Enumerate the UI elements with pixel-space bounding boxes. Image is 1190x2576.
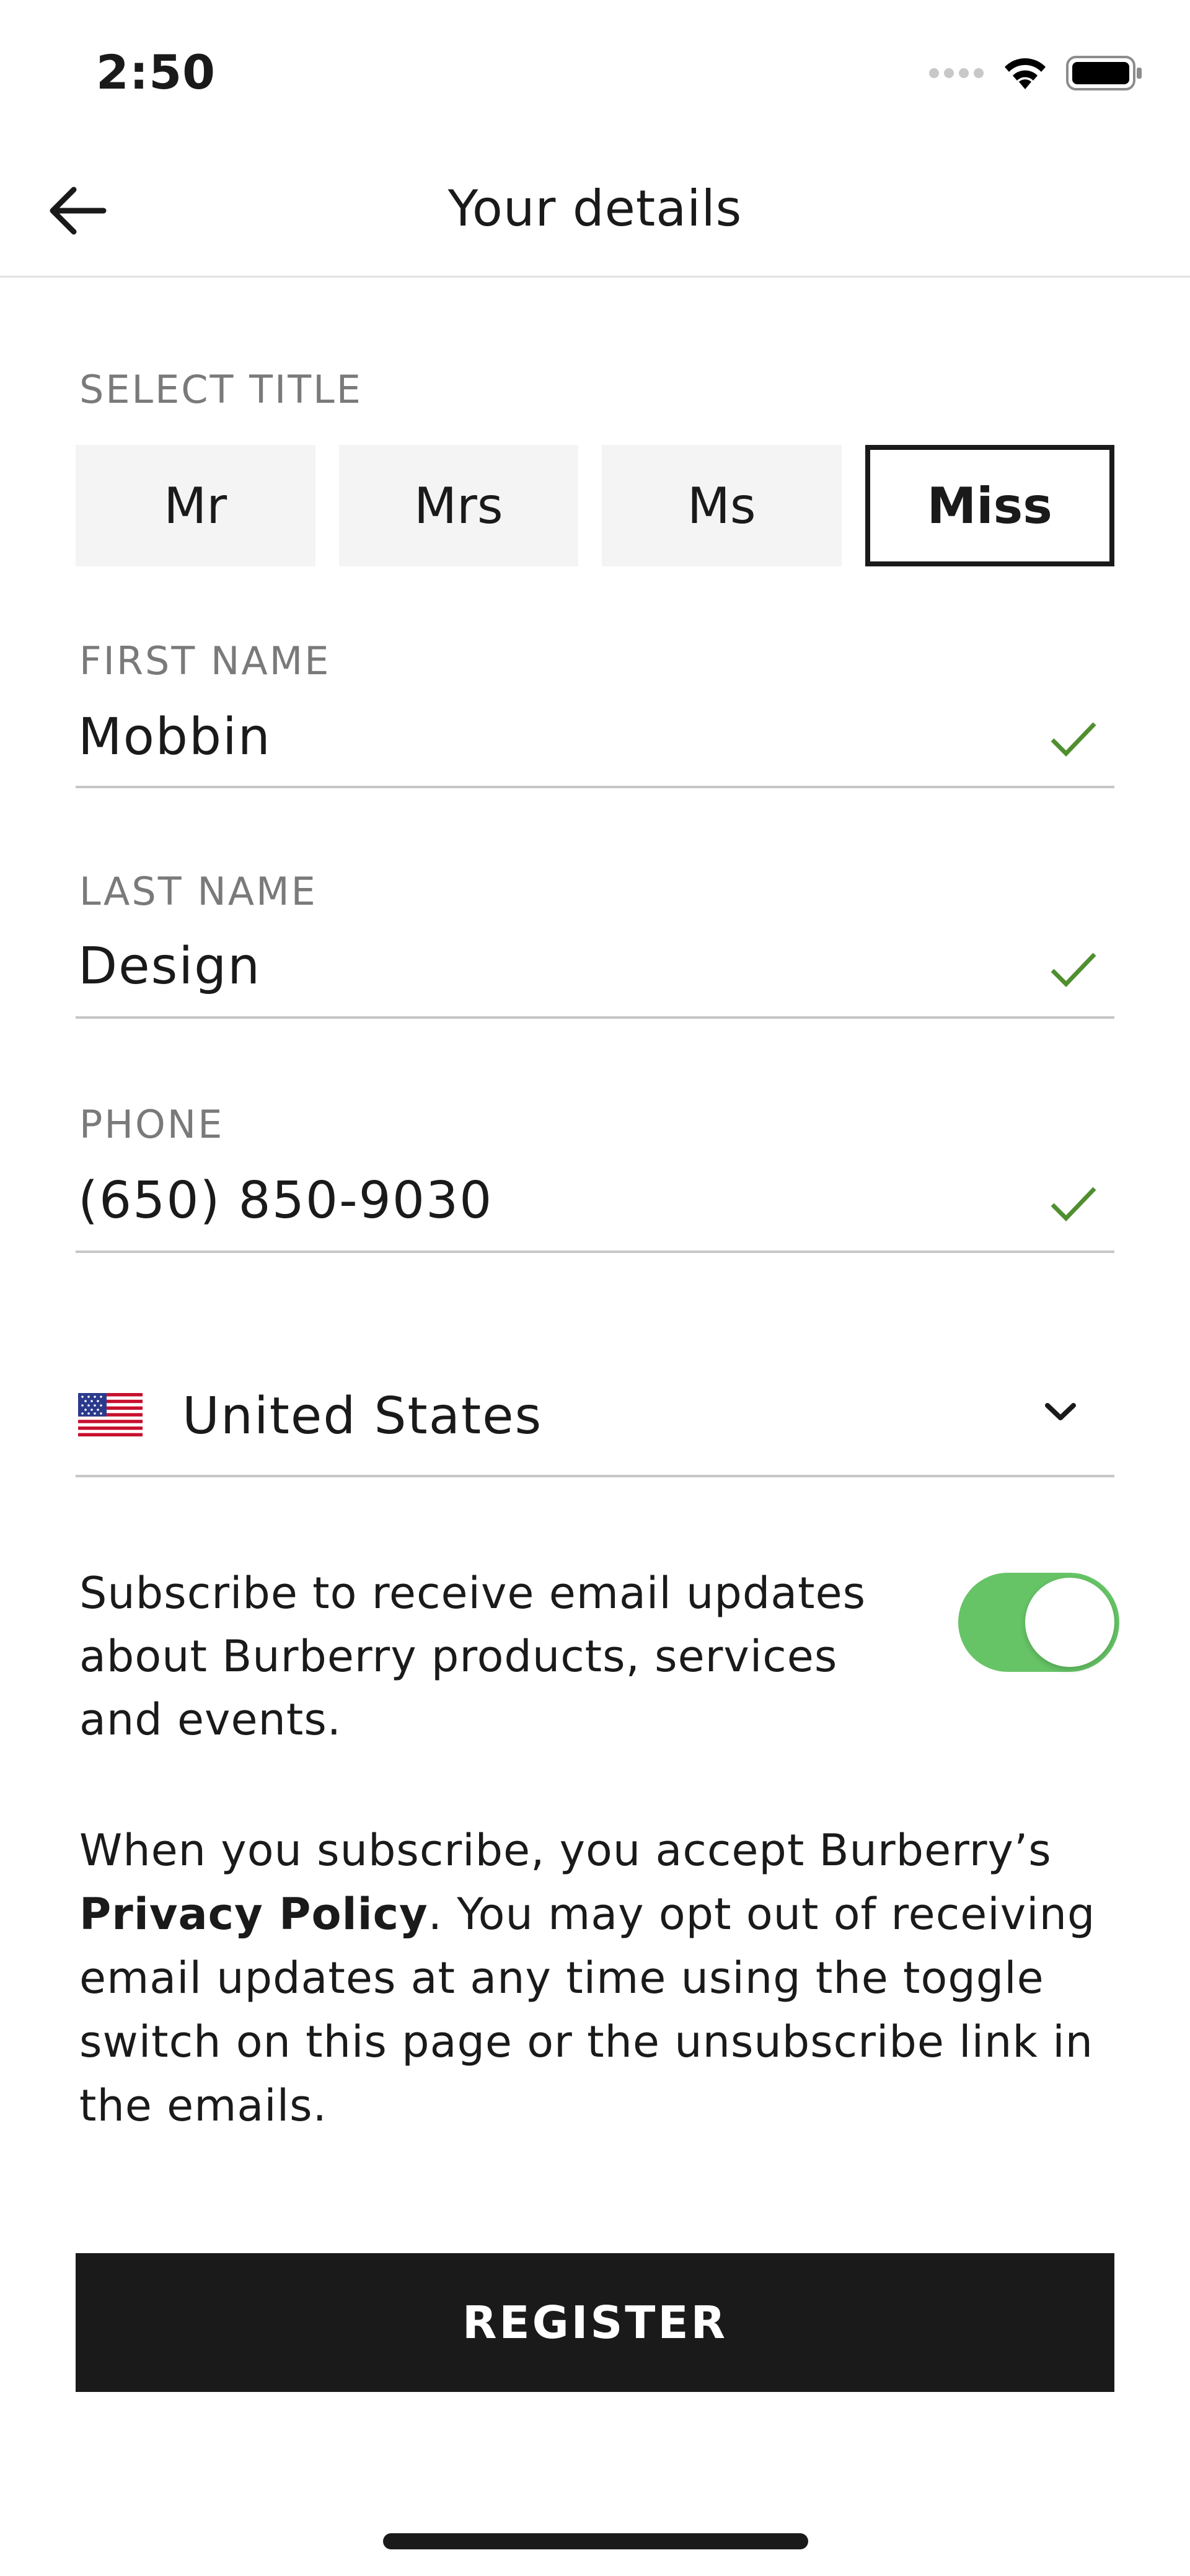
wifi-icon — [1005, 58, 1046, 89]
policy-text: When you subscribe, you accept Burberry’… — [79, 1819, 1121, 2138]
select-title-label: SELECT TITLE — [79, 367, 363, 412]
nav-bar: Your details — [0, 143, 1190, 278]
check-icon — [1051, 722, 1096, 757]
last-name-field[interactable]: Design — [76, 930, 1114, 1019]
home-indicator — [383, 2533, 808, 2549]
title-options: Mr Mrs Ms Miss — [76, 445, 1114, 566]
title-option-ms[interactable]: Ms — [602, 445, 842, 566]
first-name-value: Mobbin — [78, 708, 271, 767]
subscribe-text: Subscribe to receive email updates about… — [79, 1568, 866, 1745]
check-icon — [1051, 1187, 1096, 1222]
cellular-signal-icon — [929, 68, 984, 78]
title-option-mrs[interactable]: Mrs — [338, 445, 578, 566]
title-option-mr[interactable]: Mr — [76, 445, 315, 566]
chevron-down-icon — [1045, 1403, 1076, 1420]
battery-icon — [1066, 56, 1142, 90]
phone-field[interactable]: (650) 850-9030 — [76, 1163, 1114, 1253]
title-option-miss[interactable]: Miss — [865, 445, 1114, 566]
register-button[interactable]: REGISTER — [76, 2253, 1114, 2392]
status-icons — [928, 55, 1144, 92]
last-name-value: Design — [78, 937, 262, 996]
status-time: 2:50 — [96, 45, 216, 100]
page-title: Your details — [447, 180, 743, 237]
check-icon — [1051, 952, 1096, 988]
phone-value: (650) 850-9030 — [78, 1171, 493, 1230]
first-name-field[interactable]: Mobbin — [76, 700, 1114, 788]
subscribe-toggle[interactable] — [958, 1573, 1119, 1672]
last-name-label: LAST NAME — [79, 869, 317, 914]
country-select[interactable]: United States — [76, 1363, 1114, 1477]
status-bar: 2:50 — [0, 0, 1190, 143]
phone-label: PHONE — [79, 1102, 224, 1147]
privacy-policy-link[interactable]: Privacy Policy — [79, 1889, 428, 1940]
toggle-knob — [1025, 1578, 1114, 1667]
country-name: United States — [182, 1387, 543, 1446]
first-name-label: FIRST NAME — [79, 638, 331, 684]
policy-text-prefix: When you subscribe, you accept Burberry’… — [79, 1825, 1052, 1876]
us-flag-icon — [78, 1393, 143, 1436]
